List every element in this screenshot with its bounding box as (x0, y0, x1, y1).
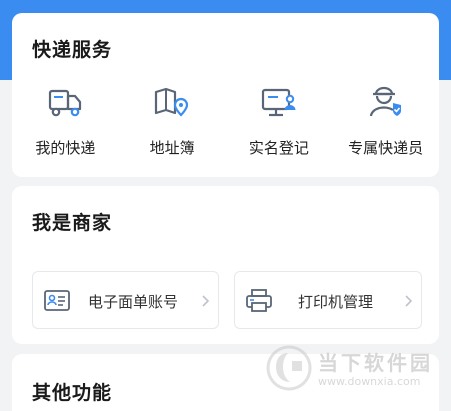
chevron-right-icon (405, 295, 413, 307)
e-waybill-account-label: 电子面单账号 (88, 293, 179, 311)
site-watermark: 当下软件园 www.downxia.com (264, 343, 444, 395)
monitor-user-icon (261, 88, 296, 117)
real-name-registration-label: 实名登记 (248, 139, 309, 157)
merchant-tools: 电子面单账号 打印机管理 (32, 271, 422, 329)
watermark-logo-icon (266, 345, 312, 391)
merchant-title: 我是商家 (32, 212, 113, 234)
chevron-right-icon (202, 295, 210, 307)
printer-management-button[interactable]: 打印机管理 (234, 271, 422, 329)
address-book-label: 地址簿 (149, 139, 195, 157)
address-book-button[interactable]: 地址簿 (119, 83, 226, 163)
printer-management-label: 打印机管理 (298, 293, 374, 311)
other-features-title: 其他功能 (32, 382, 113, 404)
courier-badge-icon (369, 86, 401, 117)
id-card-icon (44, 290, 70, 311)
merchant-card: 我是商家 电子面单账号 打印机管理 (12, 186, 439, 344)
real-name-registration-button[interactable]: 实名登记 (226, 83, 333, 163)
dedicated-courier-button[interactable]: 专属快递员 (332, 83, 439, 163)
watermark-url: www.downxia.com (318, 375, 421, 388)
e-waybill-account-button[interactable]: 电子面单账号 (32, 271, 219, 329)
express-services-title: 快递服务 (32, 39, 113, 61)
express-services-card: 快递服务 我的快递 地址簿 实名登记 专属快递员 (12, 13, 439, 177)
printer-icon (246, 289, 272, 312)
express-services-grid: 我的快递 地址簿 实名登记 专属快递员 (12, 83, 439, 163)
delivery-truck-icon (49, 89, 82, 117)
my-express-button[interactable]: 我的快递 (12, 83, 119, 163)
address-book-pin-icon (155, 87, 189, 117)
watermark-name: 当下软件园 (318, 351, 433, 375)
my-express-label: 我的快递 (35, 139, 96, 157)
dedicated-courier-label: 专属快递员 (348, 139, 424, 157)
